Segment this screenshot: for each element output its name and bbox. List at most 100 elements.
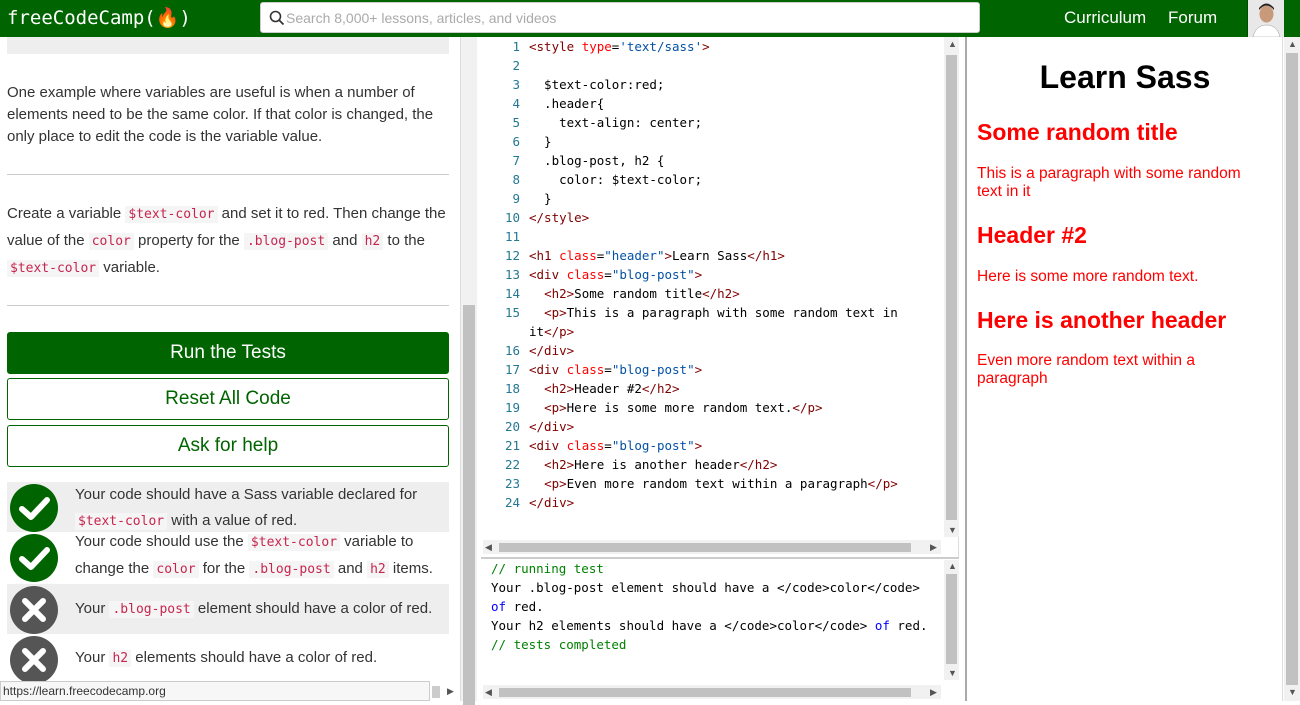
preview-heading: Here is another header (977, 307, 1227, 333)
scroll-left-arrow-icon[interactable]: ◀ (485, 687, 492, 698)
test-pass-icon (10, 534, 58, 582)
line-number: 3 (512, 77, 520, 92)
scrollbar-thumb[interactable] (499, 543, 911, 552)
line-number: 23 (504, 476, 520, 491)
preview-paragraph: This is a paragraph with some random tex… (977, 165, 1241, 200)
editor-horizontal-scrollbar[interactable]: ◀ ▶ (483, 540, 941, 554)
test-result-row: Your .blog-post element should have a co… (7, 584, 449, 634)
scrollbar-thumb[interactable] (946, 574, 957, 664)
code-line[interactable]: <p>This is a paragraph with some random … (529, 305, 898, 320)
scroll-down-arrow-icon[interactable]: ▼ (1288, 687, 1297, 697)
preview-heading: Header #2 (977, 222, 1087, 248)
preview-title: Learn Sass (1039, 59, 1211, 95)
preview-scrollbar[interactable]: ▲ ▼ (1284, 37, 1300, 701)
test-console-output: // running test Your .blog-post element s… (481, 557, 959, 687)
run-tests-button[interactable]: Run the Tests (7, 332, 449, 374)
preview-heading: Some random title (977, 119, 1178, 145)
code-line[interactable]: it</p> (529, 324, 574, 339)
code-line[interactable]: <div class="blog-post"> (529, 362, 702, 377)
code-line[interactable]: <p>Even more random text within a paragr… (529, 476, 898, 491)
code-line[interactable]: text-align: center; (529, 115, 702, 130)
code-line[interactable]: </div> (529, 495, 574, 510)
console-line: Your .blog-post element should have a </… (491, 580, 920, 595)
line-number: 18 (504, 381, 520, 396)
code-line[interactable]: .blog-post, h2 { (529, 153, 664, 168)
ask-for-help-button[interactable]: Ask for help (7, 425, 449, 467)
line-number: 13 (504, 267, 520, 282)
code-snippet-block (7, 37, 449, 54)
console-line: Your h2 elements should have a </code>co… (491, 618, 928, 633)
divider (7, 305, 449, 306)
scrollbar-thumb[interactable] (432, 686, 440, 698)
search-box[interactable] (260, 2, 980, 33)
nav-forum-link[interactable]: Forum (1168, 8, 1217, 28)
line-number: 20 (504, 419, 520, 434)
lesson-description: One example where variables are useful i… (7, 84, 434, 145)
freecodecamp-logo[interactable]: freeCodeCamp(🔥) (7, 6, 191, 29)
code-line[interactable]: <h2>Header #2</h2> (529, 381, 679, 396)
lesson-instructions: Create a variable $text-color and set it… (7, 205, 446, 277)
editor-vertical-scrollbar[interactable]: ▲ ▼ (944, 37, 959, 537)
code-line[interactable]: $text-color:red; (529, 77, 664, 92)
scrollbar-thumb[interactable] (1286, 53, 1298, 685)
line-number: 9 (512, 191, 520, 206)
scrollbar-thumb[interactable] (499, 688, 911, 697)
console-horizontal-scrollbar[interactable]: ◀ ▶ (483, 685, 941, 699)
code-line[interactable]: color: $text-color; (529, 172, 702, 187)
scroll-left-arrow-icon[interactable]: ◀ (485, 542, 492, 553)
line-number: 19 (504, 400, 520, 415)
test-pass-icon (10, 484, 58, 532)
nav-curriculum-link[interactable]: Curriculum (1064, 8, 1146, 28)
line-number: 10 (504, 210, 520, 225)
console-vertical-scrollbar[interactable]: ▲ ▼ (944, 560, 959, 680)
line-number: 1 (512, 39, 520, 54)
scrollbar-thumb[interactable] (463, 305, 475, 705)
divider (7, 174, 449, 175)
lesson-pane: One example where variables are useful i… (0, 37, 460, 701)
scroll-right-arrow-icon[interactable]: ▶ (447, 686, 454, 697)
code-line[interactable]: </div> (529, 343, 574, 358)
search-icon (269, 10, 285, 26)
preview-paragraph: Here is some more random text. (977, 268, 1199, 285)
scroll-up-arrow-icon[interactable]: ▲ (948, 39, 957, 49)
code-line[interactable]: } (529, 134, 552, 149)
line-number: 15 (504, 305, 520, 320)
code-line[interactable]: .header{ (529, 96, 604, 111)
scroll-right-arrow-icon[interactable]: ▶ (930, 687, 937, 698)
reset-code-button[interactable]: Reset All Code (7, 378, 449, 420)
scroll-down-arrow-icon[interactable]: ▼ (948, 668, 957, 678)
live-preview: Learn Sass Some random title This is a p… (965, 37, 1283, 701)
lesson-scrollbar[interactable] (460, 37, 477, 705)
test-description: Your .blog-post element should have a co… (75, 600, 433, 618)
avatar[interactable] (1247, 0, 1284, 37)
line-number: 12 (504, 248, 520, 263)
line-number: 22 (504, 457, 520, 472)
line-number: 4 (512, 96, 520, 111)
console-line: // tests completed (491, 637, 627, 652)
code-line[interactable]: </style> (529, 210, 589, 225)
code-line[interactable]: } (529, 191, 552, 206)
code-line[interactable]: <p>Here is some more random text.</p> (529, 400, 822, 415)
line-number: 24 (504, 495, 520, 510)
test-result-row: Your code should have a Sass variable de… (7, 482, 449, 532)
search-input[interactable] (286, 8, 966, 28)
code-line[interactable]: <div class="blog-post"> (529, 267, 702, 282)
line-number: 16 (504, 343, 520, 358)
test-result-row: Your h2 elements should have a color of … (7, 634, 449, 684)
scroll-right-arrow-icon[interactable]: ▶ (930, 542, 937, 553)
test-description: Your code should have a Sass variable de… (75, 486, 418, 530)
console-line: // running test (491, 561, 604, 576)
code-line[interactable]: <h2>Here is another header</h2> (529, 457, 777, 472)
scroll-up-arrow-icon[interactable]: ▲ (1288, 39, 1297, 49)
scroll-down-arrow-icon[interactable]: ▼ (948, 525, 957, 535)
scrollbar-thumb[interactable] (946, 55, 957, 520)
code-line[interactable]: <h2>Some random title</h2> (529, 286, 740, 301)
line-number: 14 (504, 286, 520, 301)
code-line[interactable]: </div> (529, 419, 574, 434)
code-line[interactable]: <style type='text/sass'> (529, 39, 710, 54)
scroll-up-arrow-icon[interactable]: ▲ (948, 561, 957, 571)
line-number: 21 (504, 438, 520, 453)
code-line[interactable]: <h1 class="header">Learn Sass</h1> (529, 248, 785, 263)
code-line[interactable]: <div class="blog-post"> (529, 438, 702, 453)
code-editor[interactable]: 1 <style type='text/sass'> 2 3 $text-color:… (481, 37, 959, 557)
